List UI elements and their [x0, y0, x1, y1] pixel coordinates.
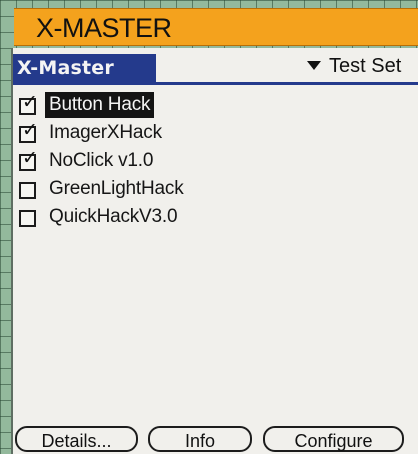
hack-label[interactable]: GreenLightHack: [45, 176, 188, 202]
palm-screen: X-Master Test Set ✓ Button Hack ✓ Imager…: [11, 48, 418, 454]
title-banner: X-MASTER: [14, 8, 418, 46]
checkmark-icon: ✓: [22, 91, 38, 113]
checkmark-icon: ✓: [22, 147, 38, 169]
details-button[interactable]: Details...: [15, 426, 138, 452]
hack-label[interactable]: NoClick v1.0: [45, 148, 157, 174]
title-bar: X-Master Test Set: [13, 48, 418, 86]
app-title-tab[interactable]: X-Master: [13, 54, 156, 82]
hack-checkbox[interactable]: ✓: [19, 121, 38, 143]
category-label: Test Set: [329, 55, 402, 77]
button-bar: Details... Info Configure: [13, 422, 418, 454]
hack-checkbox[interactable]: ✓: [19, 149, 38, 171]
banner-title: X-MASTER: [36, 13, 172, 43]
hack-checkbox[interactable]: [19, 182, 36, 199]
hack-label[interactable]: QuickHackV3.0: [45, 204, 181, 230]
configure-button[interactable]: Configure: [263, 426, 404, 452]
hack-label[interactable]: Button Hack: [45, 92, 155, 118]
triangle-down-icon: [307, 61, 321, 70]
hack-checkbox[interactable]: ✓: [19, 93, 38, 115]
info-button[interactable]: Info: [148, 426, 252, 452]
title-underline: [13, 82, 418, 85]
checkmark-icon: ✓: [22, 119, 38, 141]
hack-label[interactable]: ImagerXHack: [45, 120, 166, 146]
hack-checkbox[interactable]: [19, 210, 36, 227]
category-selector[interactable]: Test Set: [307, 52, 401, 80]
